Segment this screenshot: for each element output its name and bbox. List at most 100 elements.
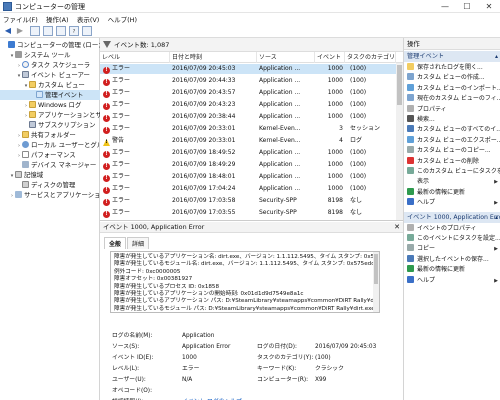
tree-item[interactable]: › Windows ログ [0, 100, 100, 110]
console-icon[interactable] [82, 26, 92, 36]
computer-management-icon [3, 2, 12, 11]
collapse-caret-icon[interactable]: ▴ [495, 212, 498, 223]
event-source: Application ... [259, 65, 301, 72]
tree-item[interactable]: サブスクリプション [0, 120, 100, 130]
col-event-id[interactable]: イベント ID [315, 52, 345, 72]
tree-item-label: サブスクリプション [38, 121, 96, 129]
message-scrollbar[interactable] [373, 252, 379, 312]
action-item[interactable]: イベントのプロパティ [404, 223, 500, 234]
action-item[interactable]: このイベントにタスクを設定... [404, 234, 500, 244]
action-item[interactable]: このカスタム ビューにタスクを... [404, 167, 500, 177]
tree-item[interactable]: › サービスとアプリケーション [0, 190, 107, 200]
action-item[interactable]: カスタム ビューのエクスポー... [404, 135, 500, 146]
minimize-button[interactable]: — [434, 0, 456, 13]
error-icon: ! [103, 199, 110, 206]
action-item[interactable]: コピー ▶ [404, 244, 500, 254]
event-row[interactable]: ! エラー 2016/07/09 18:49:29 Application ... 10… [100, 160, 396, 170]
action-item[interactable]: 検索... [404, 115, 500, 125]
event-row[interactable]: ! エラー 2016/07/09 20:43:23 Application ... 10… [100, 100, 396, 110]
grid-scrollbar[interactable] [396, 63, 403, 220]
action-item[interactable]: プロパティ [404, 104, 500, 115]
action-item[interactable]: カスタム ビューの作成... [404, 73, 500, 83]
submenu-arrow-icon: ▶ [494, 200, 498, 207]
event-row[interactable]: ! エラー 2016/07/09 20:45:03 Application ... 10… [100, 64, 396, 74]
event-level: ! エラー [103, 88, 169, 98]
event-id: 1000 [327, 65, 343, 72]
tree-item-label: ディスクの管理 [31, 181, 76, 189]
folder-icon [29, 111, 36, 118]
action-item[interactable]: カスタム ビューのコピー... [404, 146, 500, 156]
event-row[interactable]: ! エラー 2016/07/09 20:43:57 Application ... 10… [100, 88, 396, 98]
collapse-caret-icon[interactable]: ▴ [495, 51, 498, 62]
tree-item[interactable]: ▾ カスタム ビュー [0, 80, 100, 90]
action-item[interactable]: カスタム ビューのすべてのイ... [404, 125, 500, 135]
back-arrow-icon[interactable]: ◀ [3, 26, 13, 36]
tree-item[interactable]: ▾ 記憶域 [0, 170, 100, 180]
event-level-text: エラー [112, 77, 131, 84]
tree-item[interactable]: デバイス マネージャー [0, 160, 100, 170]
event-row[interactable]: ! エラー 2016/07/09 20:44:33 Application ... 10… [100, 76, 396, 86]
tree-item[interactable]: › アプリケーションとサービス [0, 110, 121, 120]
tree-item[interactable]: ディスクの管理 [0, 180, 100, 190]
grid-scroll-thumb[interactable] [397, 65, 402, 105]
event-level: ! エラー [103, 112, 169, 122]
event-message[interactable]: 障害が発生しているアプリケーション名: dirt.exe、バージョン: 1.1.… [110, 251, 380, 313]
properties-icon[interactable] [56, 26, 66, 36]
tree-item[interactable]: › タスク スケジューラ [0, 60, 100, 70]
action-item[interactable]: 表示 ▶ [404, 177, 500, 187]
action-item[interactable]: 最新の情報に更新 [404, 187, 500, 198]
event-category: セッション [350, 125, 381, 132]
up-folder-icon[interactable] [30, 26, 40, 36]
tree-item[interactable]: ▾ システム ツール [0, 50, 100, 60]
event-row[interactable]: ! エラー 2016/07/09 18:48:01 Application ... 10… [100, 172, 396, 182]
event-level: ! エラー [103, 64, 169, 74]
detail-close-icon[interactable]: ✕ [394, 222, 400, 233]
close-button[interactable]: ✕ [478, 0, 500, 13]
tree-item[interactable]: › 共有フォルダー [0, 130, 100, 140]
tree-item[interactable]: ▾ イベント ビューアー [0, 70, 100, 80]
action-item[interactable]: カスタム ビューのインポート... [404, 83, 500, 94]
actions-section-managed-events-label: 管理イベント [407, 53, 445, 60]
action-item[interactable]: ヘルプ ▶ [404, 198, 500, 208]
property-value: Application [182, 333, 215, 339]
help-icon[interactable]: ? [69, 26, 79, 36]
event-row[interactable]: ! エラー 2016/07/09 20:38:44 Application ... 10… [100, 112, 396, 122]
tree-item[interactable]: › パフォーマンス [0, 150, 100, 160]
event-level-text: エラー [112, 185, 131, 192]
event-level: ! 警告 [103, 136, 169, 146]
tree-item[interactable]: 管理イベント [0, 90, 100, 100]
pc-icon [8, 41, 15, 48]
action-item[interactable]: 最新の情報に更新 [404, 265, 500, 275]
event-row[interactable]: ! エラー 2016/07/09 20:33:01 Kernel-Even... 3 セッ… [100, 124, 396, 134]
event-row[interactable]: ! エラー 2016/07/09 17:03:58 Security-SPP 8198 な… [100, 196, 396, 206]
action-item-label: このカスタム ビューにタスクを... [417, 168, 500, 175]
show-hide-tree-icon[interactable] [43, 26, 53, 36]
property-value: 2016/07/09 20:45:03 [315, 344, 377, 350]
event-row[interactable]: ! 警告 2016/07/09 20:33:01 Kernel-Even... 4 ログ [100, 136, 396, 146]
maximize-button[interactable]: ☐ [456, 0, 478, 13]
event-id: 1000 [327, 77, 343, 84]
property-row: レベル(L): エラー キーワード(K): クラシック [112, 365, 392, 374]
event-row[interactable]: ! エラー 2016/07/09 17:03:55 Security-SPP 8198 な… [100, 208, 396, 218]
col-datetime[interactable]: 日付と時刻 [170, 52, 257, 63]
action-item[interactable]: 現在のカスタム ビューのフィ... [404, 94, 500, 104]
submenu-arrow-icon: ▶ [494, 179, 498, 186]
tree-item[interactable]: コンピューターの管理 (ローカル) [0, 40, 114, 50]
action-item[interactable]: カスタム ビューの削除 [404, 156, 500, 167]
forward-arrow-icon[interactable]: ▶ [15, 26, 25, 36]
col-level[interactable]: レベル [100, 52, 170, 63]
property-label: ログの日付(D): [257, 344, 297, 350]
action-item-label: プロパティ [417, 105, 447, 113]
col-category[interactable]: タスクのカテゴリ [345, 52, 396, 63]
event-row[interactable]: ! エラー 2016/07/09 17:04:24 Application ... 10… [100, 184, 396, 194]
message-scroll-thumb[interactable] [374, 254, 378, 284]
event-row[interactable]: ! エラー 2016/07/09 18:49:52 Application ... 10… [100, 148, 396, 158]
save-icon [407, 254, 414, 262]
tree-item[interactable]: › ローカル ユーザーとグループ [0, 140, 116, 150]
tab-general[interactable]: 全般 [104, 237, 127, 249]
tab-details[interactable]: 詳細 [127, 237, 150, 249]
action-item[interactable]: 選択したイベントの保存... [404, 254, 500, 265]
col-source[interactable]: ソース [257, 52, 315, 63]
action-item[interactable]: 保存されたログを開く... [404, 63, 500, 73]
action-item[interactable]: ヘルプ ▶ [404, 275, 500, 286]
